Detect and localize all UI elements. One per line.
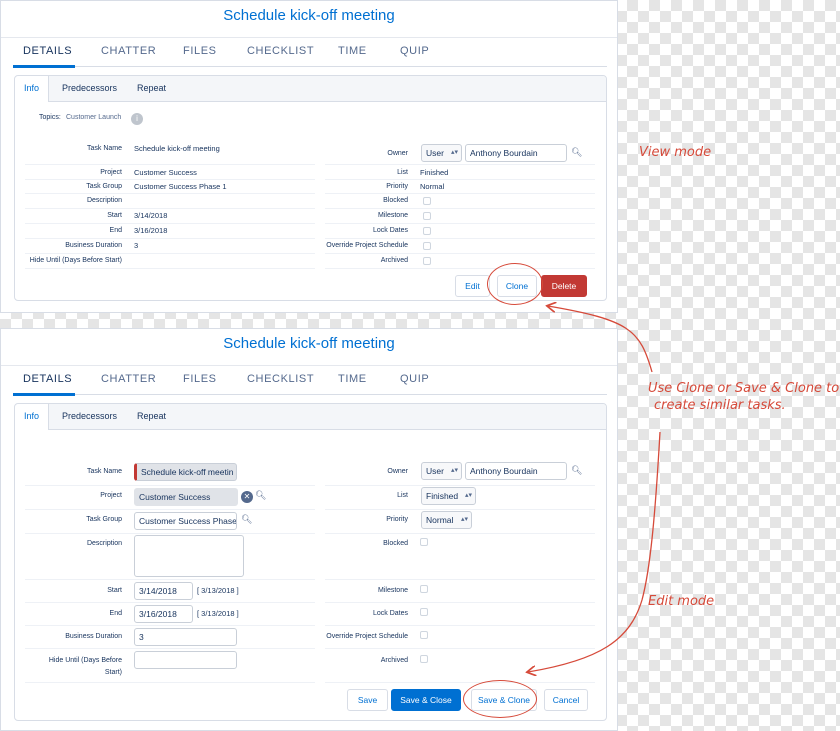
arrow-to-save-clone: [528, 431, 661, 672]
arrow-to-clone: [548, 306, 653, 373]
annotation-arrows: [0, 0, 661, 731]
